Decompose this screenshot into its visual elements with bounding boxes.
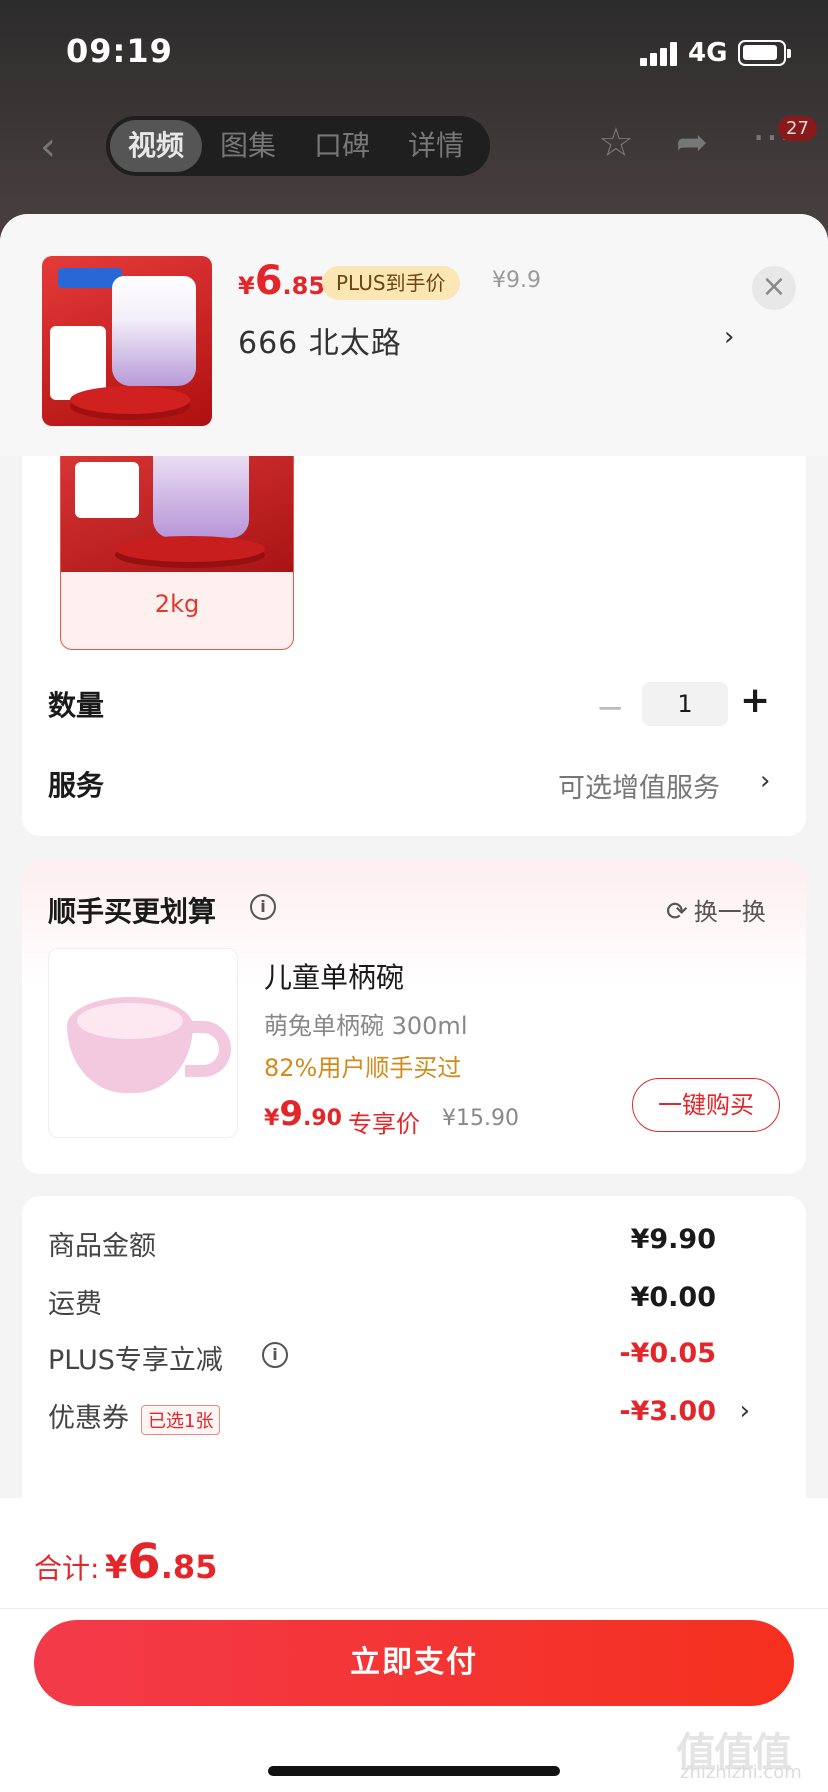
spec-card: 2kg 数量 − 1 + 服务 可选增值服务 › (22, 456, 806, 836)
quantity-label: 数量 (48, 689, 105, 722)
more-badge: 27 (778, 116, 817, 141)
exclusive-price-label: 专享价 (348, 1110, 420, 1138)
product-header: ¥6.85 PLUS到手价 ¥9.9 666 北太路 › × (0, 214, 828, 456)
current-price: ¥6.85 (238, 258, 326, 304)
spec-label: 2kg (154, 590, 200, 618)
tab-reviews[interactable]: 口碑 (296, 116, 388, 176)
upsell-product-image[interactable] (48, 948, 238, 1138)
signal-icon (640, 42, 680, 66)
battery-icon (738, 40, 791, 66)
coupon-tag: 已选1张 (141, 1404, 221, 1435)
status-bar: 09:19 4G (0, 0, 828, 104)
chevron-right-icon[interactable]: › (740, 1396, 750, 1426)
service-value[interactable]: 可选增值服务 (558, 766, 720, 805)
network-type: 4G (688, 38, 728, 68)
one-click-buy-button[interactable]: 一键购买 (632, 1078, 780, 1132)
refresh-button[interactable]: ⟳ 换一换 (666, 892, 766, 927)
chevron-right-icon[interactable]: › (760, 766, 770, 796)
product-thumbnail (42, 256, 212, 426)
upsell-product-name[interactable]: 儿童单柄碗 (264, 956, 404, 996)
chevron-right-icon[interactable]: › (724, 322, 734, 352)
upsell-card: 顺手买更划算 i ⟳ 换一换 儿童单柄碗 萌兔单柄碗 300ml 82%用户顺手买… (22, 860, 806, 1174)
upsell-price: ¥9.90 (264, 1094, 342, 1134)
upsell-title: 顺手买更划算 (48, 895, 217, 928)
tab-switcher: 视频 图集 口碑 详情 (106, 116, 490, 176)
price-summary: 商品金额 ¥9.90 运费 ¥0.00 PLUS专享立减 i -¥0.05 优惠… (22, 1196, 806, 1516)
tab-details[interactable]: 详情 (390, 116, 482, 176)
plus-icon[interactable]: + (740, 680, 770, 721)
refresh-icon: ⟳ (666, 897, 688, 927)
delivery-address[interactable]: 666 北太路 (238, 318, 402, 362)
back-arrow-icon[interactable]: ‹ (40, 124, 56, 170)
upsell-buy-rate: 82%用户顺手买过 (264, 1054, 462, 1082)
top-nav: ‹ 视频 图集 口碑 详情 ☆ ➦ ⋯ 27 (0, 104, 828, 188)
checkout-bar: 合计: ¥6.85 立即支付 值值值 zhizhizhi.com (0, 1498, 828, 1792)
status-time: 09:19 (66, 32, 173, 70)
minus-icon[interactable]: − (596, 688, 625, 728)
summary-row-goods: 商品金额 ¥9.90 (48, 1224, 716, 1262)
upsell-original-price: ¥15.90 (442, 1106, 519, 1131)
pay-now-button[interactable]: 立即支付 (34, 1620, 794, 1706)
close-icon[interactable]: × (752, 266, 796, 310)
watermark-text: zhizhizhi.com (680, 1762, 802, 1783)
original-price: ¥9.9 (492, 268, 541, 293)
spec-image (61, 456, 293, 572)
plus-price-tag: PLUS到手价 (322, 266, 460, 300)
divider (0, 1608, 828, 1609)
tab-video[interactable]: 视频 (110, 120, 202, 172)
home-indicator (268, 1766, 560, 1776)
total-price: 合计: ¥6.85 (34, 1534, 218, 1590)
quantity-input[interactable]: 1 (642, 682, 728, 726)
info-icon[interactable]: i (250, 894, 276, 920)
star-icon[interactable]: ☆ (598, 120, 634, 166)
share-icon[interactable]: ➦ (676, 120, 708, 164)
upsell-product-desc: 萌兔单柄碗 300ml (264, 1012, 468, 1040)
tab-gallery[interactable]: 图集 (202, 116, 294, 176)
summary-row-plus-discount: PLUS专享立减 i -¥0.05 (48, 1338, 716, 1376)
info-icon[interactable]: i (262, 1342, 288, 1368)
spec-option-selected[interactable]: 2kg (60, 456, 294, 650)
service-label: 服务 (48, 769, 105, 802)
summary-row-shipping: 运费 ¥0.00 (48, 1282, 716, 1320)
summary-row-coupon[interactable]: 优惠券 已选1张 -¥3.00 › (48, 1396, 780, 1436)
